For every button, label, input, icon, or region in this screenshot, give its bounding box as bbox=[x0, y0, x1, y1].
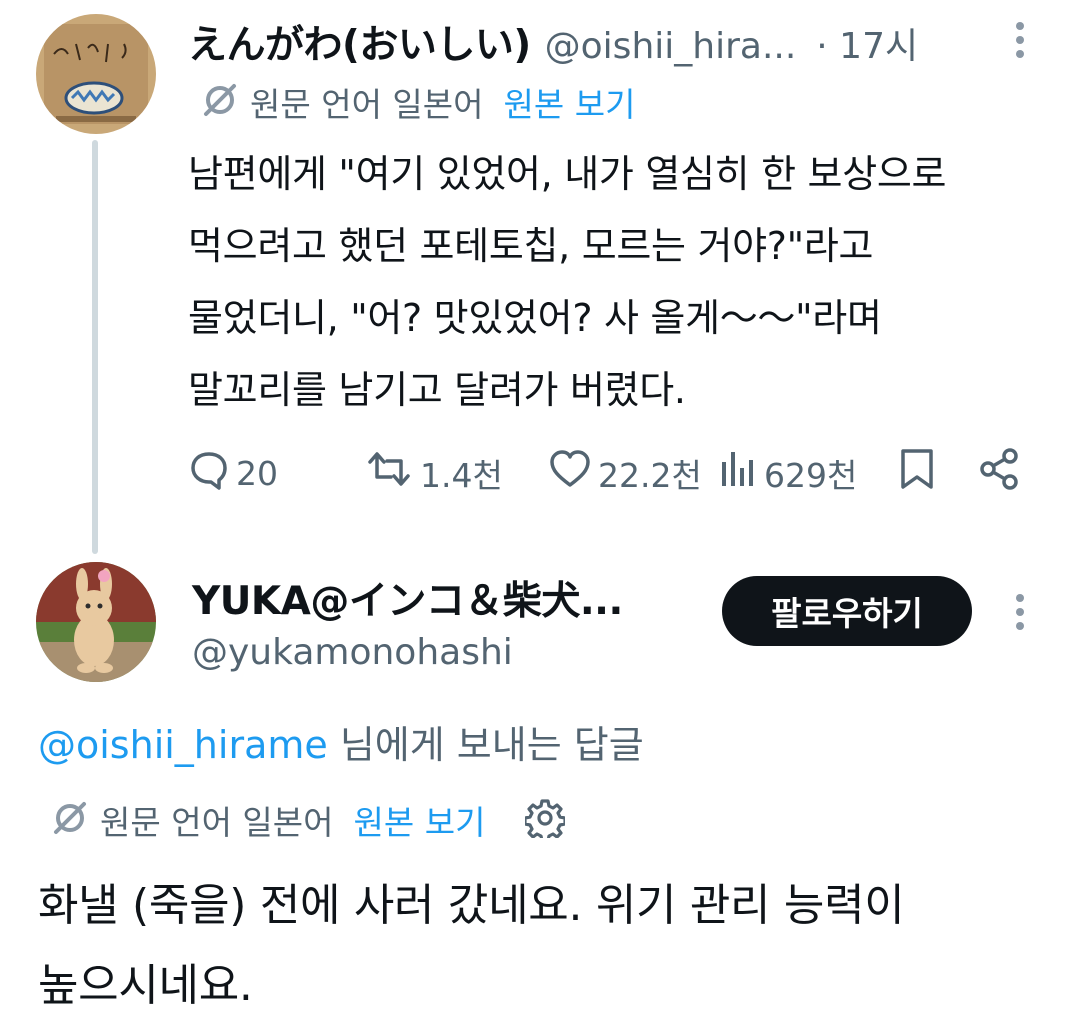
bookmark-icon bbox=[898, 447, 936, 499]
tweet-text: 남편에게 "여기 있었어, 내가 열심히 한 보상으로 먹으려고 했던 포테토칩… bbox=[188, 138, 946, 426]
translate-icon bbox=[50, 798, 90, 842]
reply-author: YUKA@インコ＆柴犬... @yukamonohashi bbox=[192, 570, 623, 673]
like-button[interactable]: 22.2천 bbox=[548, 450, 702, 496]
timestamp[interactable]: · 17시 bbox=[816, 17, 918, 69]
views-icon bbox=[718, 448, 758, 498]
retweet-button[interactable]: 1.4천 bbox=[364, 450, 503, 496]
views-count: 629천 bbox=[764, 456, 858, 495]
thread-line bbox=[92, 140, 98, 554]
replying-to-suffix: 님에게 보내는 답글 bbox=[327, 723, 644, 767]
share-button[interactable] bbox=[978, 447, 1022, 499]
heart-icon bbox=[548, 448, 592, 498]
tweet-header: えんがわ(おいしい) @oishii_hira... · 17시 bbox=[188, 14, 918, 70]
tweet-text-line: 말꼬리를 남기고 달려가 버렸다. bbox=[188, 368, 686, 412]
avatar[interactable] bbox=[36, 14, 156, 134]
reply-button[interactable]: 20 bbox=[188, 450, 278, 496]
view-original-link[interactable]: 원본 보기 bbox=[504, 78, 636, 126]
more-options-icon[interactable] bbox=[1015, 22, 1025, 64]
display-name[interactable]: YUKA@インコ＆柴犬... bbox=[192, 570, 623, 626]
translate-icon bbox=[200, 80, 240, 124]
view-original-link[interactable]: 원본 보기 bbox=[354, 796, 486, 844]
source-language-label: 원문 언어 일본어 bbox=[250, 85, 484, 124]
reply-text-line: 화낼 (죽을) 전에 사러 갔네요. 위기 관리 능력이 bbox=[38, 880, 905, 931]
user-handle[interactable]: @yukamonohashi bbox=[192, 632, 623, 673]
mention-link[interactable]: @oishii_hirame bbox=[38, 723, 328, 767]
user-handle[interactable]: @oishii_hira... bbox=[545, 26, 797, 67]
retweet-icon bbox=[364, 448, 414, 498]
follow-button[interactable]: 팔로우하기 bbox=[722, 576, 972, 646]
replying-to: @oishii_hirame 님에게 보내는 답글 bbox=[38, 714, 644, 769]
views-button[interactable]: 629천 bbox=[718, 450, 857, 496]
tweet-text-line: 물었더니, "어? 맛있었어? 사 올게～～"라며 bbox=[188, 296, 882, 340]
avatar[interactable] bbox=[36, 562, 156, 682]
tweet-text-line: 남편에게 "여기 있었어, 내가 열심히 한 보상으로 bbox=[188, 152, 947, 196]
reply-text-line: 높으시네요. bbox=[38, 960, 253, 1011]
translation-bar: 원문 언어 일본어 원본 보기 bbox=[200, 78, 635, 126]
translation-bar: 원문 언어 일본어 원본 보기 bbox=[50, 796, 568, 844]
retweet-count: 1.4천 bbox=[420, 456, 503, 495]
reply-icon bbox=[188, 448, 230, 498]
source-language-label: 원문 언어 일본어 bbox=[100, 803, 334, 842]
bookmark-button[interactable] bbox=[898, 447, 936, 499]
share-icon bbox=[978, 447, 1022, 499]
more-options-icon[interactable] bbox=[1015, 594, 1025, 636]
like-count: 22.2천 bbox=[598, 456, 702, 495]
gear-icon[interactable] bbox=[523, 798, 568, 843]
tweet-text-line: 먹으려고 했던 포테토칩, 모르는 거야?"라고 bbox=[188, 224, 874, 268]
display-name[interactable]: えんがわ(おいしい) bbox=[188, 14, 531, 70]
reply-count: 20 bbox=[236, 453, 278, 493]
reply-text: 화낼 (죽을) 전에 사러 갔네요. 위기 관리 능력이 높으시네요. bbox=[38, 866, 905, 1026]
